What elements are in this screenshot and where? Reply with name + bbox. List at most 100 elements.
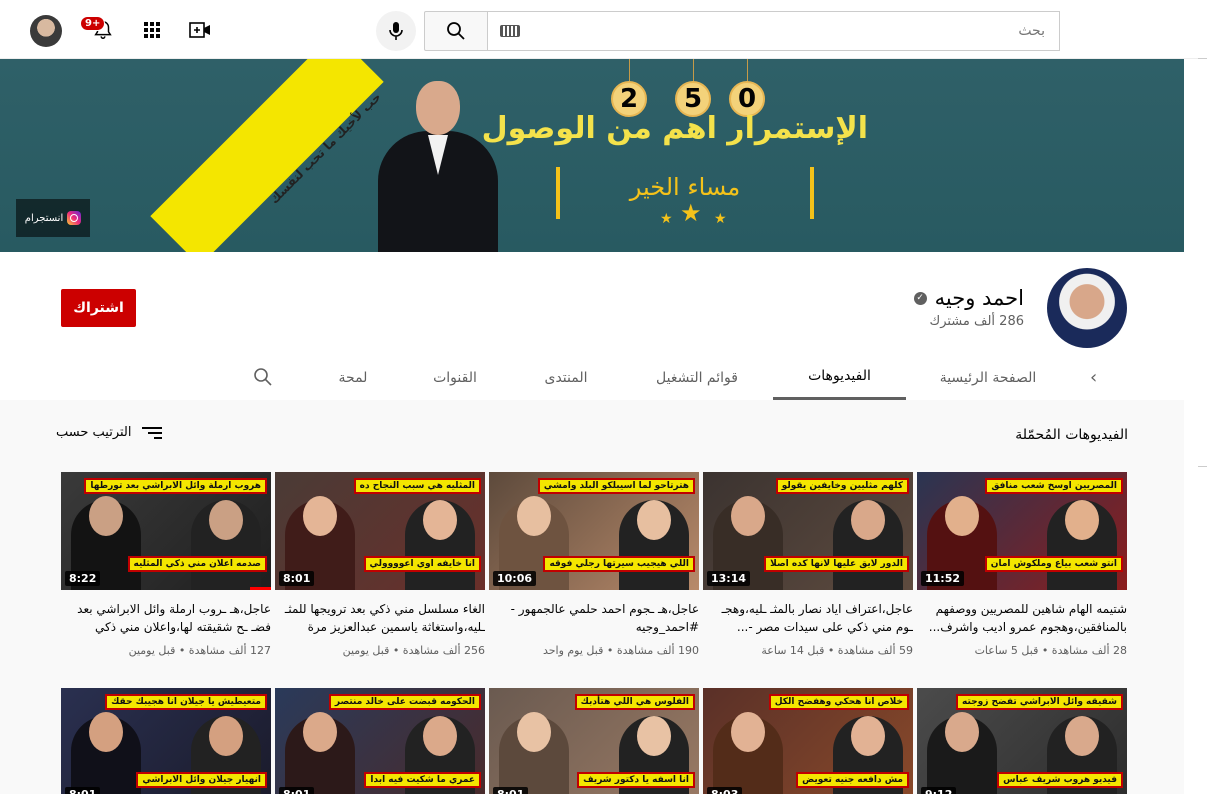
subscribe-button[interactable]: اشتراك: [61, 289, 136, 327]
video-card[interactable]: المثليه هي سبب النجاح ده انا خايفه اوي اع…: [275, 472, 485, 657]
video-card[interactable]: هترتاحو لما اسيبلكو البلد وامشي اللي هيجي…: [489, 472, 699, 657]
video-title[interactable]: الغاء مسلسل مني ذكي بعد ترويجها للمثـ ـل…: [275, 600, 485, 636]
instagram-icon: [67, 211, 82, 225]
verified-check-icon: ✓: [913, 291, 927, 305]
notification-count-badge: 9+: [80, 16, 106, 31]
video-card[interactable]: الحكومه قبضت على خالد منتصر عمري ما شكيت …: [275, 688, 485, 794]
video-title[interactable]: عاجل،اعتراف اياد نصار بالمثـ ـليه،وهجـ ـ…: [703, 600, 913, 636]
watch-progress-bar: [250, 587, 271, 590]
thumbnail-caption-top: الفلوس هي اللي هتأدبك: [574, 694, 695, 710]
thumbnail-caption-top: شقيقه وائل الابراشي تفضح زوجته: [956, 694, 1123, 710]
apps-grid-icon[interactable]: [139, 17, 165, 43]
sort-icon: [141, 426, 162, 440]
subscriber-count: 286 ألف مشترك: [929, 314, 1025, 329]
section-title: الفيديوهات المُحمّلة: [1015, 427, 1128, 443]
banner-yellow-ribbon: [150, 59, 384, 252]
star-icon: ★: [660, 211, 673, 227]
thumbnail-caption-top: المثليه هي سبب النجاح ده: [353, 478, 481, 494]
video-duration: 8:01: [279, 571, 315, 586]
create-video-icon[interactable]: [187, 17, 213, 43]
video-card[interactable]: شقيقه وائل الابراشي تفضح زوجته فيديو هروب…: [917, 688, 1127, 794]
thumbnail-caption-top: الحكومه قبضت على خالد منتصر: [328, 694, 481, 710]
thumbnail-caption-bottom: انهيار جيلان وائل الابراشي: [136, 772, 267, 788]
videos-section: الفيديوهات المُحمّلة الترتيب حسب المصريي…: [0, 400, 1184, 794]
video-thumbnail[interactable]: كلهم مثليين وخايفين يقولو الدور لايق عليه…: [703, 472, 913, 590]
thumbnail-caption-bottom: صدمه اعلان مني ذكي المثليه: [127, 556, 267, 572]
video-thumbnail[interactable]: هروب ارملة وائل الابراشي بعد تورطها صدمه …: [61, 472, 271, 590]
video-duration: 8:03: [707, 787, 743, 794]
instagram-link[interactable]: انستجرام: [16, 199, 90, 237]
keyboard-icon[interactable]: [500, 25, 520, 37]
video-duration: 8:01: [493, 787, 529, 794]
sort-by-button[interactable]: الترتيب حسب: [56, 425, 162, 440]
video-meta: 28 ألف مشاهدة • قبل 5 ساعات: [974, 644, 1127, 657]
tab-about[interactable]: لمحة: [324, 355, 382, 400]
search-icon: [254, 368, 272, 386]
video-thumbnail[interactable]: خلاص انا هحكي وهفضح الكل مش دافعه جنيه تع…: [703, 688, 913, 794]
tab-videos[interactable]: الفيديوهات: [773, 355, 906, 400]
thumbnail-caption-bottom: فيديو هروب شريف عباس: [997, 772, 1123, 788]
video-title[interactable]: شتيمه الهام شاهين للمصريين ووصفهم بالمنا…: [917, 600, 1127, 636]
banner-person-image: [372, 79, 502, 252]
thumbnail-caption-bottom: عمري ما شكيت فيه ابدا: [364, 772, 481, 788]
video-thumbnail[interactable]: المصريين اوسخ شعب منافق انتو شعب بياع ومل…: [917, 472, 1127, 590]
video-thumbnail[interactable]: متعيطيش يا جيلان انا هجيبك حقك انهيار جيل…: [61, 688, 271, 794]
video-card[interactable]: خلاص انا هحكي وهفضح الكل مش دافعه جنيه تع…: [703, 688, 913, 794]
video-card[interactable]: متعيطيش يا جيلان انا هجيبك حقك انهيار جيل…: [61, 688, 271, 794]
channel-banner: حب لأخيك ما تحب لنفسك 2 5 0 الإستمرار اه…: [0, 59, 1184, 252]
microphone-icon: [389, 22, 403, 40]
video-duration: 8:01: [65, 787, 101, 794]
thumbnail-caption-bottom: الدور لايق عليها لانها كده اصلا: [764, 556, 909, 572]
channel-tabs: ‹ الصفحة الرئيسية الفيديوهات قوائم التشغ…: [0, 355, 1184, 400]
thumbnail-caption-bottom: اللي هيجيب سيرتها رجلي فوقه: [543, 556, 695, 572]
thumbnail-caption-top: المصريين اوسخ شعب منافق: [985, 478, 1123, 494]
video-duration: 11:52: [921, 571, 965, 586]
video-title[interactable]: عاجل،هـ ـجوم احمد حلمي عالجمهور - #احمد_…: [489, 600, 699, 636]
video-card[interactable]: كلهم مثليين وخايفين يقولو الدور لايق عليه…: [703, 472, 913, 657]
search-icon: [447, 22, 465, 40]
video-thumbnail[interactable]: الحكومه قبضت على خالد منتصر عمري ما شكيت …: [275, 688, 485, 794]
video-meta: 127 ألف مشاهدة • قبل يومين: [128, 644, 271, 657]
video-duration: 10:06: [493, 571, 537, 586]
channel-avatar[interactable]: [1047, 268, 1127, 348]
thumbnail-caption-bottom: انتو شعب بياع وملكوش امان: [984, 556, 1123, 572]
star-icon: ★: [714, 211, 727, 227]
channel-search-button[interactable]: [253, 367, 273, 391]
thumbnail-caption-bottom: انا خايفه اوي اعوووولي: [363, 556, 481, 572]
tab-channels[interactable]: القنوات: [420, 355, 490, 400]
thumbnail-caption-bottom: مش دافعه جنيه تعويض: [796, 772, 909, 788]
account-avatar[interactable]: [30, 15, 62, 47]
video-meta: 190 ألف مشاهدة • قبل يوم واحد: [542, 644, 699, 657]
video-card[interactable]: المصريين اوسخ شعب منافق انتو شعب بياع ومل…: [917, 472, 1127, 657]
star-icon: ★: [680, 199, 702, 227]
top-bar: 9+: [0, 0, 1207, 59]
chevron-left-icon[interactable]: ‹: [1090, 367, 1097, 388]
video-thumbnail[interactable]: الفلوس هي اللي هتأدبك انا اسفه يا دكتور ش…: [489, 688, 699, 794]
video-thumbnail[interactable]: شقيقه وائل الابراشي تفضح زوجته فيديو هروب…: [917, 688, 1127, 794]
thumbnail-caption-top: خلاص انا هحكي وهفضح الكل: [768, 694, 909, 710]
video-card[interactable]: الفلوس هي اللي هتأدبك انا اسفه يا دكتور ش…: [489, 688, 699, 794]
video-card[interactable]: هروب ارملة وائل الابراشي بعد تورطها صدمه …: [61, 472, 271, 657]
banner-title: الإستمرار اهم من الوصول: [481, 111, 868, 146]
video-duration: 8:22: [65, 571, 101, 586]
thumbnail-caption-bottom: انا اسفه يا دكتور شريف: [577, 772, 695, 788]
video-title[interactable]: عاجل،هـ ـروب ارملة وائل الابراشي بعد فضـ…: [61, 600, 271, 636]
instagram-link-label: انستجرام: [24, 212, 64, 224]
page-right-edge: [1184, 59, 1207, 794]
video-thumbnail[interactable]: المثليه هي سبب النجاح ده انا خايفه اوي اع…: [275, 472, 485, 590]
video-duration: 13:14: [707, 571, 751, 586]
video-thumbnail[interactable]: هترتاحو لما اسيبلكو البلد وامشي اللي هيجي…: [489, 472, 699, 590]
thumbnail-caption-top: هروب ارملة وائل الابراشي بعد تورطها: [84, 478, 267, 494]
search-input[interactable]: [488, 12, 1059, 50]
video-meta: 59 ألف مشاهدة • قبل 14 ساعة: [761, 644, 913, 657]
thumbnail-caption-top: هترتاحو لما اسيبلكو البلد وامشي: [537, 478, 695, 494]
search-box: [487, 11, 1060, 51]
search-button[interactable]: [424, 11, 488, 51]
tab-playlists[interactable]: قوائم التشغيل: [640, 355, 754, 400]
thumbnail-caption-top: متعيطيش يا جيلان انا هجيبك حقك: [105, 694, 267, 710]
video-meta: 256 ألف مشاهدة • قبل يومين: [342, 644, 485, 657]
tab-home[interactable]: الصفحة الرئيسية: [924, 355, 1052, 400]
tab-community[interactable]: المنتدى: [528, 355, 604, 400]
voice-search-button[interactable]: [376, 11, 416, 51]
channel-name-row: احمد وجيه ✓: [913, 286, 1024, 310]
